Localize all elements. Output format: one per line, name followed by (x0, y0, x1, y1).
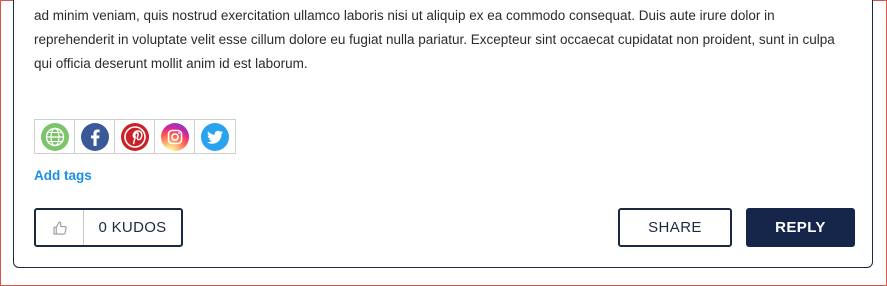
globe-icon[interactable] (35, 120, 75, 153)
add-tags-link[interactable]: Add tags (34, 168, 92, 183)
kudos-widget: 0 KUDOS (34, 208, 183, 247)
facebook-icon[interactable] (75, 120, 115, 153)
kudos-button[interactable] (36, 210, 84, 245)
share-icon-bar (34, 119, 236, 154)
kudos-count: 0 KUDOS (98, 219, 167, 236)
pinterest-icon[interactable] (115, 120, 155, 153)
share-button[interactable]: SHARE (618, 208, 732, 247)
thumbs-up-icon (52, 220, 67, 235)
reply-button[interactable]: REPLY (746, 208, 855, 247)
instagram-icon[interactable] (155, 120, 195, 153)
twitter-icon[interactable] (195, 120, 235, 153)
post-body-text: ad minim veniam, quis nostrud exercitati… (34, 8, 835, 71)
